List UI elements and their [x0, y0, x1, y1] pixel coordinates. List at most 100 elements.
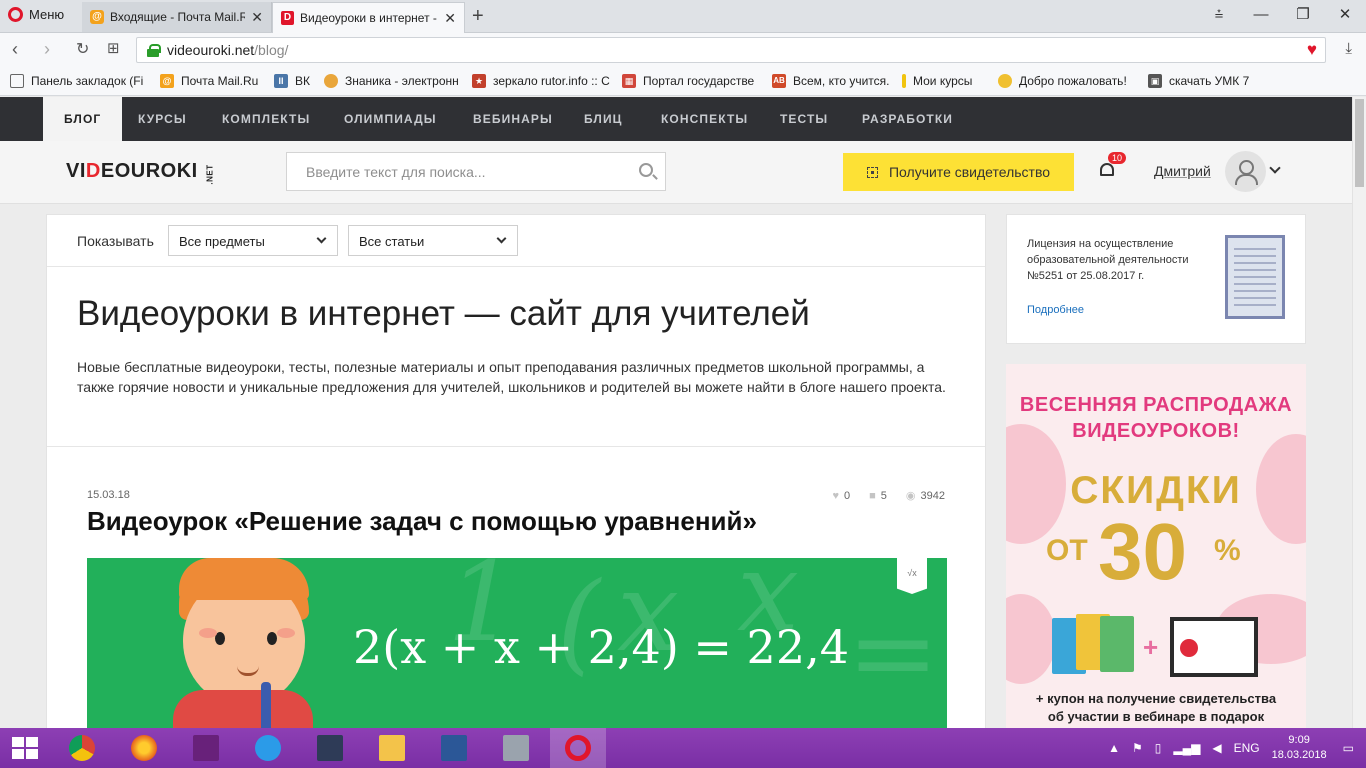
maximize-button[interactable]: ❐: [1282, 0, 1324, 32]
url-field[interactable]: videouroki.net/blog/ ♥: [136, 37, 1326, 63]
close-tab-icon[interactable]: ✕: [251, 9, 263, 26]
reload-button[interactable]: ↻: [76, 39, 89, 59]
chevron-down-icon: [496, 233, 507, 244]
bookmark-panel[interactable]: Панель закладок (Fi: [10, 74, 148, 88]
close-window-button[interactable]: ✕: [1324, 0, 1366, 32]
nav-courses[interactable]: КУРСЫ: [138, 97, 187, 141]
battery-icon[interactable]: ▯: [1155, 741, 1162, 755]
forward-button[interactable]: ›: [44, 39, 50, 60]
articles-select-value: Все статьи: [359, 234, 425, 249]
post-image[interactable]: 1 ( x x = 2(x + x + 2,4) = 22,4 √x: [87, 558, 947, 733]
tray-expand-icon[interactable]: ▲: [1108, 741, 1120, 755]
chevron-down-icon: [316, 233, 327, 244]
chrome-taskbar-icon[interactable]: [54, 728, 110, 768]
like-icon[interactable]: ♥: [832, 490, 839, 502]
mail-favicon-icon: @: [90, 10, 104, 24]
chevron-down-icon[interactable]: [1269, 162, 1281, 174]
book-image: [1100, 616, 1134, 672]
promo-line: ВИДЕОУРОКОВ!: [1072, 420, 1240, 442]
download-icon[interactable]: ⤓: [1345, 40, 1352, 57]
scrollbar-thumb[interactable]: [1355, 99, 1364, 187]
notifications-icon[interactable]: ▭: [1343, 741, 1354, 755]
kid-pencil: [261, 682, 271, 732]
license-more-link[interactable]: Подробнее: [1027, 304, 1084, 316]
tab-menu-icon[interactable]: ⩮: [1198, 0, 1240, 32]
promo-headline: ВЕСЕННЯЯ РАСПРОДАЖА ВИДЕОУРОКОВ!: [1006, 392, 1306, 444]
speed-dial-icon[interactable]: ⊞: [107, 39, 120, 57]
bookmark-mail[interactable]: @ Почта Mail.Ru: [160, 74, 264, 88]
bookmark-welcome[interactable]: Добро пожаловать!: [998, 74, 1134, 88]
nav-olympiads[interactable]: ОЛИМПИАДЫ: [344, 97, 437, 141]
site-logo[interactable]: VIDEOUROKI .NET: [66, 160, 220, 185]
new-tab-button[interactable]: +: [472, 5, 484, 28]
nav-summaries[interactable]: КОНСПЕКТЫ: [661, 97, 748, 141]
folder-icon: [10, 74, 24, 88]
page-scrollbar[interactable]: [1352, 97, 1366, 728]
heart-icon[interactable]: ♥: [1307, 40, 1317, 60]
firefox-taskbar-icon[interactable]: [116, 728, 172, 768]
url-path: /blog/: [254, 42, 289, 58]
comment-icon[interactable]: ■: [869, 490, 876, 502]
petal-decoration: [1006, 594, 1056, 684]
minimize-button[interactable]: —: [1240, 0, 1282, 32]
znanika-icon: [324, 74, 338, 88]
search-input[interactable]: [287, 153, 617, 190]
nav-tests[interactable]: ТЕСТЫ: [780, 97, 828, 141]
bookmark-label: Портал государстве: [643, 74, 755, 88]
plus-icon: +: [1143, 632, 1159, 662]
back-button[interactable]: ‹: [12, 39, 18, 60]
post-title-link[interactable]: Видеоурок «Решение задач с помощью уравн…: [87, 506, 757, 537]
language-indicator[interactable]: ENG: [1234, 741, 1260, 755]
search-icon[interactable]: [639, 163, 653, 177]
tab-videouroki[interactable]: D Видеоуроки в интернет - ✕: [272, 2, 465, 33]
bookmark-znanika[interactable]: Знаника - электронн: [324, 74, 460, 88]
promo-banner[interactable]: ВЕСЕННЯЯ РАСПРОДАЖА ВИДЕОУРОКОВ! СКИДКИ …: [1006, 364, 1306, 734]
clock-date: 18.03.2018: [1271, 749, 1327, 761]
bookmark-rutor[interactable]: ★ зеркало rutor.info :: С: [472, 74, 610, 88]
calculator-taskbar-icon[interactable]: [488, 728, 544, 768]
nav-developments[interactable]: РАЗРАБОТКИ: [862, 97, 953, 141]
welcome-icon: [998, 74, 1012, 88]
bookmark-label: зеркало rutor.info :: С: [493, 74, 610, 88]
close-tab-icon[interactable]: ✕: [444, 10, 456, 27]
url-host: videouroki.net: [167, 42, 255, 58]
bookmark-vk[interactable]: II ВК: [274, 74, 318, 88]
blog-main: Показывать Все предметы Все статьи Видео…: [46, 214, 986, 734]
nav-webinars[interactable]: ВЕБИНАРЫ: [473, 97, 553, 141]
file-explorer-taskbar-icon[interactable]: [364, 728, 420, 768]
flag-icon[interactable]: ⚑: [1132, 741, 1143, 755]
app-taskbar-icon[interactable]: [302, 728, 358, 768]
visual-studio-taskbar-icon[interactable]: [178, 728, 234, 768]
bookmark-my-courses[interactable]: Мои курсы: [902, 74, 992, 88]
lesson-equation: 2(x + x + 2,4) = 22,4: [353, 620, 849, 674]
bookmark-label: Мои курсы: [913, 74, 973, 88]
ab-icon: AB: [772, 74, 786, 88]
kid-eye: [267, 632, 277, 645]
opera-taskbar-icon[interactable]: [550, 728, 606, 768]
get-certificate-button[interactable]: Получите свидетельство: [843, 153, 1074, 191]
divider: [47, 446, 985, 447]
nav-blitz[interactable]: БЛИЦ: [584, 97, 623, 141]
notifications-button[interactable]: 10: [1100, 152, 1127, 179]
avatar[interactable]: [1225, 151, 1266, 192]
signal-icon[interactable]: ▂▄▆: [1173, 741, 1200, 755]
user-name-link[interactable]: Дмитрий: [1154, 163, 1211, 179]
tab-mail[interactable]: @ Входящие - Почта Mail.Ru ✕: [82, 2, 272, 32]
windows-start-icon[interactable]: [12, 737, 38, 759]
nav-kits[interactable]: КОМПЛЕКТЫ: [222, 97, 310, 141]
logo-text: EOUROKI: [100, 160, 198, 182]
bookmark-umk[interactable]: ▣ скачать УМК 7: [1148, 74, 1258, 88]
eye-icon: ◉: [905, 490, 916, 502]
opera-menu-button[interactable]: Меню: [8, 7, 64, 22]
clock[interactable]: 9:09 18.03.2018: [1272, 733, 1327, 763]
internet-explorer-taskbar-icon[interactable]: [240, 728, 296, 768]
bookmark-all-students[interactable]: AB Всем, кто учится.: [772, 74, 892, 88]
nav-blog[interactable]: БЛОГ: [43, 97, 123, 141]
articles-select[interactable]: Все статьи: [348, 225, 518, 256]
subjects-select[interactable]: Все предметы: [168, 225, 338, 256]
bookmark-gosuslugi[interactable]: ▦ Портал государстве: [622, 74, 760, 88]
notifications-badge: 10: [1108, 152, 1127, 164]
volume-icon[interactable]: ◀: [1212, 741, 1221, 755]
word-taskbar-icon[interactable]: [426, 728, 482, 768]
license-document-image[interactable]: [1225, 235, 1285, 319]
